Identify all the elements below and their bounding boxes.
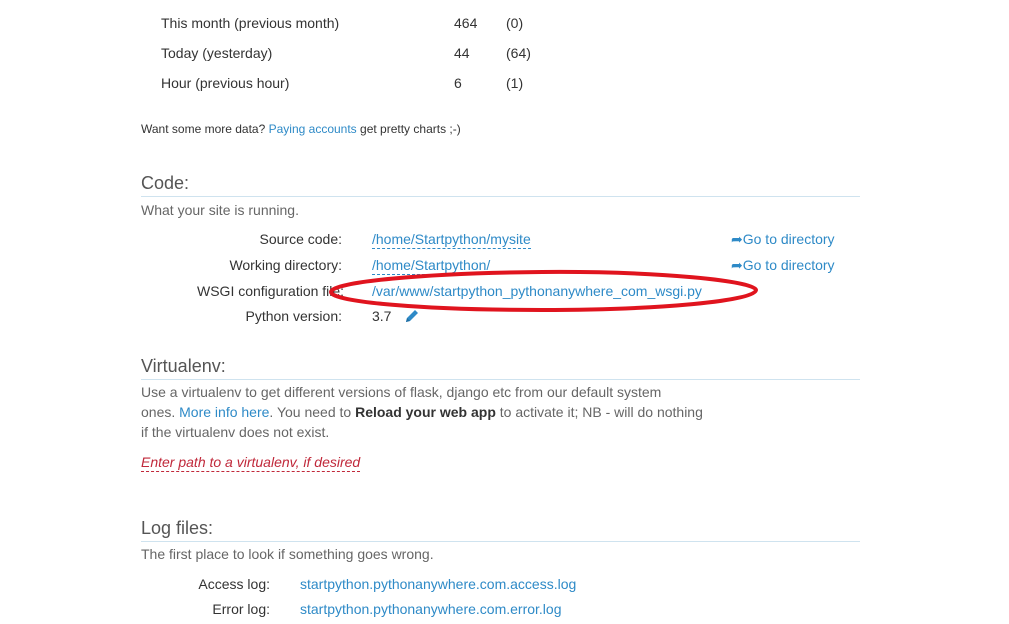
virtualenv-help-line3: if the virtualenv does not exist. [141, 424, 330, 440]
virtualenv-help-line2: ones. More info here. You need to Reload… [141, 404, 703, 420]
workdir-goto-directory-link[interactable]: ➦Go to directory [731, 257, 835, 274]
virtualenv-path-input[interactable]: Enter path to a virtualenv, if desired [141, 454, 361, 472]
wsgi-config-label: WSGI configuration file: [197, 283, 345, 299]
stats-row-prev: (1) [506, 75, 524, 91]
stats-row-value: 464 [454, 15, 478, 31]
working-directory-label: Working directory: [229, 257, 342, 273]
code-section-title: Code: [141, 173, 190, 193]
log-files-subtitle: The first place to look if something goe… [141, 546, 434, 562]
error-log-link[interactable]: startpython.pythonanywhere.com.error.log [300, 601, 561, 617]
python-version-value: 3.7 [372, 308, 392, 324]
more-data-note: Want some more data? Paying accounts get… [141, 122, 461, 136]
source-code-path[interactable]: /home/Startpython/mysite [372, 231, 531, 249]
stats-row-label: Today (yesterday) [161, 45, 273, 61]
code-section-subtitle: What your site is running. [141, 202, 299, 218]
stats-row-label: Hour (previous hour) [161, 75, 290, 91]
stats-row-prev: (0) [506, 15, 524, 31]
more-data-suffix: get pretty charts ;-) [360, 122, 461, 136]
virtualenv-help-line1: Use a virtualenv to get different versio… [141, 384, 662, 400]
paying-accounts-link[interactable]: Paying accounts [269, 122, 357, 136]
error-log-label: Error log: [212, 601, 270, 617]
virtualenv-help-prefix: ones. [141, 404, 176, 420]
goto-directory-label: Go to directory [742, 257, 835, 273]
source-goto-directory-link[interactable]: ➦Go to directory [731, 231, 835, 248]
access-log-label: Access log: [198, 576, 270, 592]
share-arrow-icon: ➦ [731, 231, 743, 247]
reload-web-app-text: Reload your web app [355, 404, 496, 420]
virtualenv-help-mid: . You need to [269, 404, 352, 420]
wsgi-config-file-link[interactable]: /var/www/startpython_pythonanywhere_com_… [372, 283, 704, 299]
stats-row-prev: (64) [506, 45, 531, 61]
python-version-label: Python version: [245, 308, 343, 324]
stats-row-value: 44 [454, 45, 470, 61]
stats-row-value: 6 [454, 75, 462, 91]
stats-row-label: This month (previous month) [161, 15, 340, 31]
access-log-link[interactable]: startpython.pythonanywhere.com.access.lo… [300, 576, 576, 592]
share-arrow-icon: ➦ [731, 257, 743, 273]
source-code-label: Source code: [259, 231, 343, 247]
log-files-section-divider [141, 541, 860, 542]
more-data-prefix: Want some more data? [141, 122, 266, 136]
code-section-divider [141, 196, 860, 197]
virtualenv-section-title: Virtualenv: [141, 356, 226, 376]
goto-directory-label: Go to directory [742, 231, 835, 247]
virtualenv-section-divider [141, 379, 860, 380]
log-files-section-title: Log files: [141, 518, 214, 538]
virtualenv-help-suffix: to activate it; NB - will do nothing [499, 404, 703, 420]
more-info-link[interactable]: More info here [179, 404, 269, 420]
pencil-edit-icon[interactable] [404, 308, 420, 324]
working-directory-path[interactable]: /home/Startpython/ [372, 257, 491, 275]
